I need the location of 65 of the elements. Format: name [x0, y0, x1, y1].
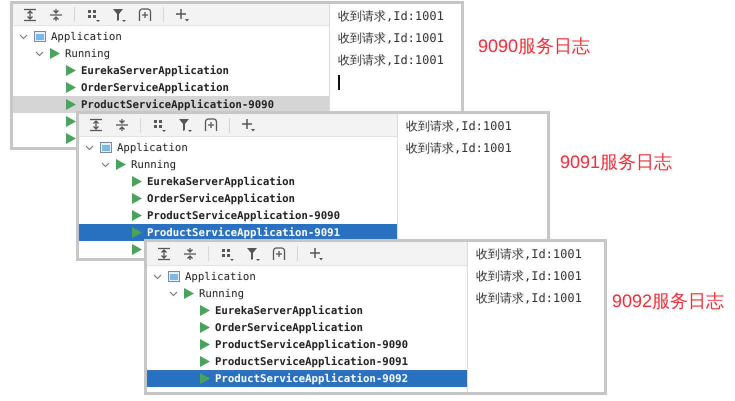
play-icon: [132, 227, 142, 238]
tree-item[interactable]: Running: [147, 285, 467, 302]
tree-item[interactable]: EurekaServerApplication: [13, 62, 329, 79]
tree-item[interactable]: Application: [13, 28, 329, 45]
play-icon: [200, 305, 210, 316]
tree-item[interactable]: ProductServiceApplication-9092: [147, 370, 467, 387]
tree-item[interactable]: OrderServiceApplication: [13, 79, 329, 96]
play-icon: [184, 288, 194, 299]
expand-all-icon[interactable]: [157, 246, 171, 260]
tree-item[interactable]: Application: [79, 139, 397, 156]
play-icon: [116, 159, 126, 170]
tree-item[interactable]: Running: [13, 45, 329, 62]
log-line: 收到请求,Id:1001: [338, 8, 445, 25]
add-icon[interactable]: [241, 118, 255, 132]
filter-icon[interactable]: [112, 8, 126, 22]
add-box-icon[interactable]: [204, 118, 218, 132]
tree-item[interactable]: ProductServiceApplication-9091: [79, 224, 397, 241]
log-caption: 9090服务日志: [478, 35, 590, 58]
add-box-icon[interactable]: [272, 246, 286, 260]
collapse-all-icon[interactable]: [115, 118, 129, 132]
collapse-all-icon[interactable]: [183, 246, 197, 260]
group-icon[interactable]: [220, 246, 234, 260]
log-line: 收到请求,Id:1001: [406, 118, 513, 135]
expand-all-icon[interactable]: [23, 8, 37, 22]
tree-item[interactable]: EurekaServerApplication: [147, 302, 467, 319]
expand-all-icon[interactable]: [89, 118, 103, 132]
log-line: 收到请求,Id:1001: [338, 52, 445, 69]
tree-item[interactable]: ProductServiceApplication-9090: [147, 336, 467, 353]
add-box-icon[interactable]: [138, 8, 152, 22]
play-icon: [66, 82, 76, 93]
log-caption: 9091服务日志: [560, 151, 672, 174]
log-line: 收到请求,Id:1001: [338, 30, 445, 47]
log-caption: 9092服务日志: [612, 290, 724, 313]
play-icon: [50, 48, 60, 59]
tree-item[interactable]: ProductServiceApplication-9090: [13, 96, 329, 113]
group-icon[interactable]: [86, 8, 100, 22]
tree-item[interactable]: ProductServiceApplication-9090: [79, 207, 397, 224]
tree-item[interactable]: Application: [147, 268, 467, 285]
log-line: 收到请求,Id:1001: [476, 246, 583, 263]
log-line: 收到请求,Id:1001: [476, 268, 583, 285]
filter-icon[interactable]: [246, 246, 260, 260]
play-icon: [200, 322, 210, 333]
play-icon: [132, 176, 142, 187]
play-icon: [200, 339, 210, 350]
group-icon[interactable]: [152, 118, 166, 132]
add-icon[interactable]: [309, 246, 323, 260]
play-icon: [66, 65, 76, 76]
collapse-all-icon[interactable]: [49, 8, 63, 22]
window-icon: [100, 142, 112, 153]
window-icon: [168, 271, 180, 282]
log-line: 收到请求,Id:1001: [476, 290, 583, 307]
filter-icon[interactable]: [178, 118, 192, 132]
play-icon: [132, 193, 142, 204]
tree-item[interactable]: Running: [79, 156, 397, 173]
play-icon: [132, 210, 142, 221]
add-icon[interactable]: [175, 8, 189, 22]
tree-item[interactable]: OrderServiceApplication: [79, 190, 397, 207]
window-icon: [34, 31, 46, 42]
play-icon: [200, 356, 210, 367]
play-icon: [66, 99, 76, 110]
tree-item[interactable]: ProductServiceApplication-9091: [147, 353, 467, 370]
tree-item[interactable]: EurekaServerApplication: [79, 173, 397, 190]
play-icon: [200, 373, 210, 384]
log-line: 收到请求,Id:1001: [406, 140, 513, 157]
tree-item[interactable]: OrderServiceApplication: [147, 319, 467, 336]
